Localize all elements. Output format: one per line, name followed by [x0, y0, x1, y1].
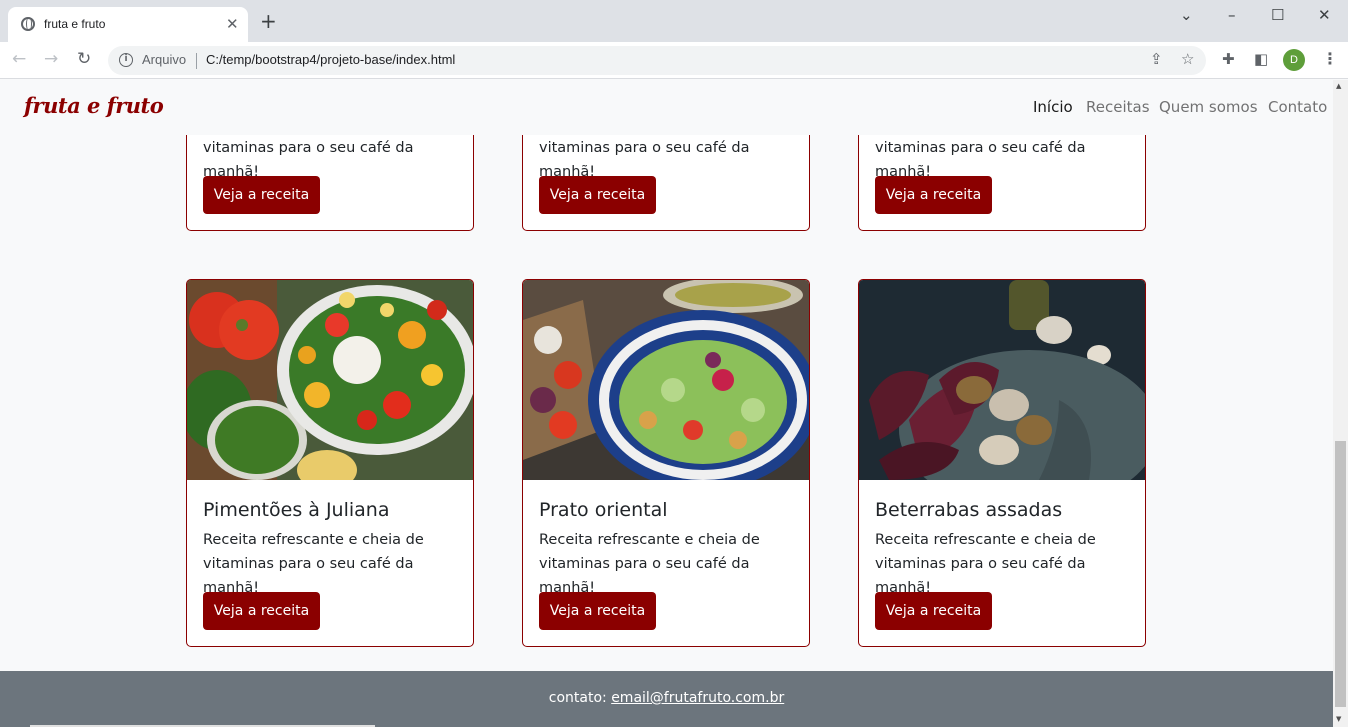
share-icon[interactable]: ⇪	[1150, 50, 1163, 68]
menu-icon[interactable]: ⋮	[1322, 49, 1338, 68]
nav-contato[interactable]: Contato	[1268, 98, 1327, 116]
url-text[interactable]: C:/temp/bootstrap4/projeto-base/index.ht…	[206, 52, 455, 67]
extensions-icon[interactable]: ✚	[1222, 50, 1235, 68]
roasted-beets-photo	[859, 280, 1145, 480]
card-title: Beterrabas assadas	[875, 499, 1063, 521]
maximize-button[interactable]: ☐	[1271, 6, 1284, 24]
view-recipe-button[interactable]: Veja a receita	[539, 592, 656, 630]
new-tab-button[interactable]: +	[260, 11, 277, 31]
view-recipe-button[interactable]: Veja a receita	[875, 176, 992, 214]
scroll-down-icon[interactable]: ▼	[1336, 715, 1341, 723]
address-bar[interactable]: i Arquivo C:/temp/bootstrap4/projeto-bas…	[108, 46, 1206, 75]
browser-tab[interactable]: fruta e fruto ✕	[8, 7, 248, 42]
forward-icon[interactable]: →	[44, 49, 58, 69]
globe-icon	[21, 17, 35, 31]
card-text: Receita refrescante e cheia de	[875, 532, 1096, 548]
reload-icon[interactable]: ↻	[77, 49, 91, 69]
card-title: Prato oriental	[539, 499, 668, 521]
tab-title: fruta e fruto	[44, 17, 106, 31]
close-window-button[interactable]: ✕	[1318, 6, 1331, 24]
card-text: Receita refrescante e cheia de	[203, 532, 424, 548]
brand-logo[interactable]: fruta e fruto	[24, 93, 164, 118]
salad-bowl-photo	[523, 280, 809, 480]
recipe-card: Beterrabas assadas Receita refrescante e…	[858, 279, 1146, 647]
salad-peppers-photo	[187, 280, 473, 480]
footer-label: contato:	[548, 690, 607, 706]
nav-inicio[interactable]: Início	[1033, 98, 1073, 116]
browser-tabbar: fruta e fruto ✕ + ⌄ – ☐ ✕	[0, 0, 1348, 42]
omnibox-divider	[196, 53, 197, 69]
nav-receitas[interactable]: Receitas	[1086, 98, 1150, 116]
scroll-up-icon[interactable]: ▲	[1336, 82, 1341, 90]
info-icon[interactable]: i	[119, 53, 133, 67]
view-recipe-button[interactable]: Veja a receita	[203, 176, 320, 214]
view-recipe-button[interactable]: Veja a receita	[203, 592, 320, 630]
scheme-label: Arquivo	[142, 52, 187, 67]
sidepanel-icon[interactable]: ◧	[1254, 50, 1268, 68]
browser-toolbar: ← → ↻ i Arquivo C:/temp/bootstrap4/proje…	[0, 42, 1348, 79]
close-tab-icon[interactable]: ✕	[226, 15, 239, 33]
card-title: Pimentões à Juliana	[203, 499, 390, 521]
footer-contact: contato: email@frutafruto.com.br	[0, 690, 1333, 706]
recipe-card: Pimentões à Juliana Receita refrescante …	[186, 279, 474, 647]
scrollbar-thumb[interactable]	[1335, 441, 1346, 707]
back-icon[interactable]: ←	[12, 49, 26, 69]
card-text: Receita refrescante e cheia de	[539, 532, 760, 548]
site-navbar: fruta e fruto Início Receitas Quem somos…	[0, 80, 1333, 135]
view-recipe-button[interactable]: Veja a receita	[875, 592, 992, 630]
view-recipe-button[interactable]: Veja a receita	[539, 176, 656, 214]
nav-quem-somos[interactable]: Quem somos	[1159, 98, 1258, 116]
site-footer: contato: email@frutafruto.com.br	[0, 671, 1333, 727]
tab-search-icon[interactable]: ⌄	[1180, 6, 1193, 24]
minimize-button[interactable]: –	[1228, 6, 1236, 24]
profile-avatar[interactable]: D	[1283, 49, 1305, 71]
page-viewport: vitaminas para o seu café da manhã! Veja…	[0, 80, 1333, 727]
star-icon[interactable]: ☆	[1181, 50, 1194, 68]
footer-email-link[interactable]: email@frutafruto.com.br	[611, 690, 784, 706]
recipe-card: Prato oriental Receita refrescante e che…	[522, 279, 810, 647]
